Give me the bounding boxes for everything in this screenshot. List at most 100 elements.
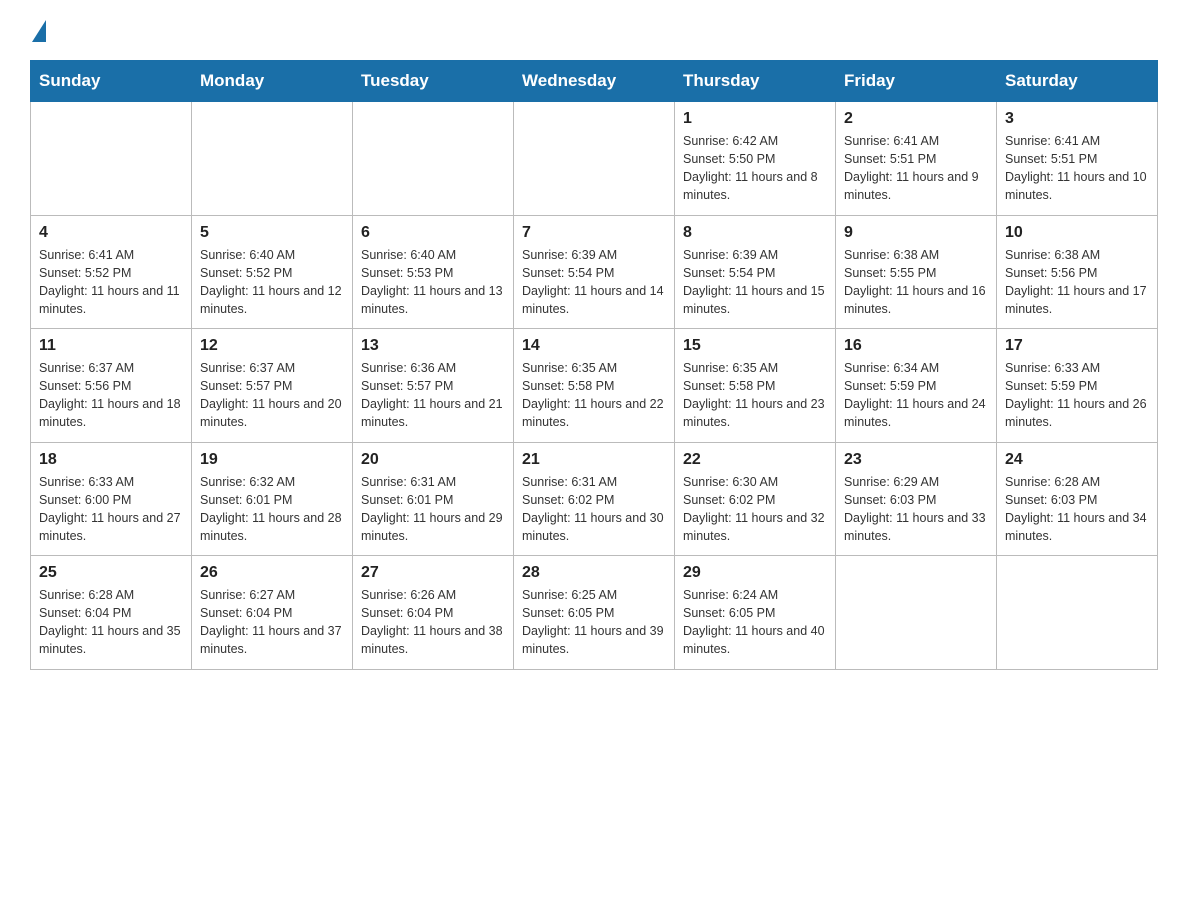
day-info: Sunrise: 6:37 AMSunset: 5:56 PMDaylight:… xyxy=(39,359,183,432)
calendar-cell: 2 Sunrise: 6:41 AMSunset: 5:51 PMDaylight… xyxy=(836,102,997,216)
day-info: Sunrise: 6:42 AMSunset: 5:50 PMDaylight:… xyxy=(683,132,827,205)
day-number: 16 xyxy=(844,337,988,355)
day-number: 12 xyxy=(200,337,344,355)
day-number: 1 xyxy=(683,110,827,128)
day-info: Sunrise: 6:32 AMSunset: 6:01 PMDaylight:… xyxy=(200,473,344,546)
calendar-cell: 16 Sunrise: 6:34 AMSunset: 5:59 PMDayligh… xyxy=(836,329,997,443)
calendar-cell: 14 Sunrise: 6:35 AMSunset: 5:58 PMDayligh… xyxy=(514,329,675,443)
day-info: Sunrise: 6:25 AMSunset: 6:05 PMDaylight:… xyxy=(522,586,666,659)
logo xyxy=(30,20,46,40)
calendar-cell xyxy=(31,102,192,216)
calendar-cell: 15 Sunrise: 6:35 AMSunset: 5:58 PMDayligh… xyxy=(675,329,836,443)
day-info: Sunrise: 6:39 AMSunset: 5:54 PMDaylight:… xyxy=(522,246,666,319)
calendar-week-row: 25 Sunrise: 6:28 AMSunset: 6:04 PMDayligh… xyxy=(31,556,1158,670)
calendar-cell: 21 Sunrise: 6:31 AMSunset: 6:02 PMDayligh… xyxy=(514,442,675,556)
day-info: Sunrise: 6:36 AMSunset: 5:57 PMDaylight:… xyxy=(361,359,505,432)
day-info: Sunrise: 6:37 AMSunset: 5:57 PMDaylight:… xyxy=(200,359,344,432)
day-number: 9 xyxy=(844,224,988,242)
day-info: Sunrise: 6:28 AMSunset: 6:03 PMDaylight:… xyxy=(1005,473,1149,546)
calendar-week-row: 1 Sunrise: 6:42 AMSunset: 5:50 PMDaylight… xyxy=(31,102,1158,216)
day-info: Sunrise: 6:35 AMSunset: 5:58 PMDaylight:… xyxy=(683,359,827,432)
day-number: 29 xyxy=(683,564,827,582)
day-number: 15 xyxy=(683,337,827,355)
calendar-week-row: 4Sunrise: 6:41 AMSunset: 5:52 PMDaylight… xyxy=(31,215,1158,329)
day-info: Sunrise: 6:26 AMSunset: 6:04 PMDaylight:… xyxy=(361,586,505,659)
calendar-cell: 8 Sunrise: 6:39 AMSunset: 5:54 PMDaylight… xyxy=(675,215,836,329)
day-info: Sunrise: 6:33 AMSunset: 5:59 PMDaylight:… xyxy=(1005,359,1149,432)
day-number: 20 xyxy=(361,451,505,469)
calendar-cell: 4Sunrise: 6:41 AMSunset: 5:52 PMDaylight… xyxy=(31,215,192,329)
day-info: Sunrise: 6:39 AMSunset: 5:54 PMDaylight:… xyxy=(683,246,827,319)
weekday-header-saturday: Saturday xyxy=(997,61,1158,102)
day-info: Sunrise: 6:41 AMSunset: 5:51 PMDaylight:… xyxy=(1005,132,1149,205)
calendar-cell: 10 Sunrise: 6:38 AMSunset: 5:56 PMDayligh… xyxy=(997,215,1158,329)
calendar-cell: 18 Sunrise: 6:33 AMSunset: 6:00 PMDayligh… xyxy=(31,442,192,556)
calendar-cell xyxy=(353,102,514,216)
day-info: Sunrise: 6:31 AMSunset: 6:01 PMDaylight:… xyxy=(361,473,505,546)
calendar-cell xyxy=(997,556,1158,670)
day-info: Sunrise: 6:38 AMSunset: 5:56 PMDaylight:… xyxy=(1005,246,1149,319)
calendar-cell: 6 Sunrise: 6:40 AMSunset: 5:53 PMDaylight… xyxy=(353,215,514,329)
day-info: Sunrise: 6:40 AMSunset: 5:52 PMDaylight:… xyxy=(200,246,344,319)
day-number: 11 xyxy=(39,337,183,355)
day-number: 25 xyxy=(39,564,183,582)
day-number: 19 xyxy=(200,451,344,469)
day-info: Sunrise: 6:27 AMSunset: 6:04 PMDaylight:… xyxy=(200,586,344,659)
day-number: 14 xyxy=(522,337,666,355)
day-number: 6 xyxy=(361,224,505,242)
day-number: 24 xyxy=(1005,451,1149,469)
day-info: Sunrise: 6:41 AMSunset: 5:52 PMDaylight:… xyxy=(39,246,183,319)
calendar-cell: 29 Sunrise: 6:24 AMSunset: 6:05 PMDayligh… xyxy=(675,556,836,670)
day-number: 27 xyxy=(361,564,505,582)
weekday-header-tuesday: Tuesday xyxy=(353,61,514,102)
day-number: 10 xyxy=(1005,224,1149,242)
calendar-cell: 20 Sunrise: 6:31 AMSunset: 6:01 PMDayligh… xyxy=(353,442,514,556)
page-header xyxy=(30,20,1158,40)
day-number: 7 xyxy=(522,224,666,242)
calendar-cell: 12 Sunrise: 6:37 AMSunset: 5:57 PMDayligh… xyxy=(192,329,353,443)
calendar-cell: 11 Sunrise: 6:37 AMSunset: 5:56 PMDayligh… xyxy=(31,329,192,443)
calendar-cell: 3 Sunrise: 6:41 AMSunset: 5:51 PMDaylight… xyxy=(997,102,1158,216)
day-info: Sunrise: 6:35 AMSunset: 5:58 PMDaylight:… xyxy=(522,359,666,432)
calendar-cell: 24 Sunrise: 6:28 AMSunset: 6:03 PMDayligh… xyxy=(997,442,1158,556)
weekday-header-sunday: Sunday xyxy=(31,61,192,102)
calendar-cell xyxy=(192,102,353,216)
weekday-header-row: SundayMondayTuesdayWednesdayThursdayFrid… xyxy=(31,61,1158,102)
day-info: Sunrise: 6:29 AMSunset: 6:03 PMDaylight:… xyxy=(844,473,988,546)
logo-triangle-icon xyxy=(32,20,46,42)
calendar-cell: 9 Sunrise: 6:38 AMSunset: 5:55 PMDaylight… xyxy=(836,215,997,329)
day-number: 18 xyxy=(39,451,183,469)
day-info: Sunrise: 6:40 AMSunset: 5:53 PMDaylight:… xyxy=(361,246,505,319)
calendar-cell: 13 Sunrise: 6:36 AMSunset: 5:57 PMDayligh… xyxy=(353,329,514,443)
day-number: 23 xyxy=(844,451,988,469)
day-number: 8 xyxy=(683,224,827,242)
day-number: 21 xyxy=(522,451,666,469)
day-info: Sunrise: 6:28 AMSunset: 6:04 PMDaylight:… xyxy=(39,586,183,659)
calendar-cell: 17 Sunrise: 6:33 AMSunset: 5:59 PMDayligh… xyxy=(997,329,1158,443)
calendar-cell xyxy=(836,556,997,670)
calendar-cell: 28 Sunrise: 6:25 AMSunset: 6:05 PMDayligh… xyxy=(514,556,675,670)
day-info: Sunrise: 6:33 AMSunset: 6:00 PMDaylight:… xyxy=(39,473,183,546)
calendar-cell xyxy=(514,102,675,216)
day-info: Sunrise: 6:30 AMSunset: 6:02 PMDaylight:… xyxy=(683,473,827,546)
day-info: Sunrise: 6:24 AMSunset: 6:05 PMDaylight:… xyxy=(683,586,827,659)
calendar-week-row: 11 Sunrise: 6:37 AMSunset: 5:56 PMDayligh… xyxy=(31,329,1158,443)
day-number: 5 xyxy=(200,224,344,242)
weekday-header-wednesday: Wednesday xyxy=(514,61,675,102)
weekday-header-friday: Friday xyxy=(836,61,997,102)
calendar-cell: 25 Sunrise: 6:28 AMSunset: 6:04 PMDayligh… xyxy=(31,556,192,670)
day-info: Sunrise: 6:41 AMSunset: 5:51 PMDaylight:… xyxy=(844,132,988,205)
day-info: Sunrise: 6:34 AMSunset: 5:59 PMDaylight:… xyxy=(844,359,988,432)
calendar-cell: 22Sunrise: 6:30 AMSunset: 6:02 PMDayligh… xyxy=(675,442,836,556)
day-info: Sunrise: 6:31 AMSunset: 6:02 PMDaylight:… xyxy=(522,473,666,546)
calendar-table: SundayMondayTuesdayWednesdayThursdayFrid… xyxy=(30,60,1158,670)
day-number: 17 xyxy=(1005,337,1149,355)
day-number: 28 xyxy=(522,564,666,582)
day-number: 26 xyxy=(200,564,344,582)
weekday-header-thursday: Thursday xyxy=(675,61,836,102)
day-info: Sunrise: 6:38 AMSunset: 5:55 PMDaylight:… xyxy=(844,246,988,319)
day-number: 13 xyxy=(361,337,505,355)
calendar-week-row: 18 Sunrise: 6:33 AMSunset: 6:00 PMDayligh… xyxy=(31,442,1158,556)
day-number: 3 xyxy=(1005,110,1149,128)
day-number: 2 xyxy=(844,110,988,128)
